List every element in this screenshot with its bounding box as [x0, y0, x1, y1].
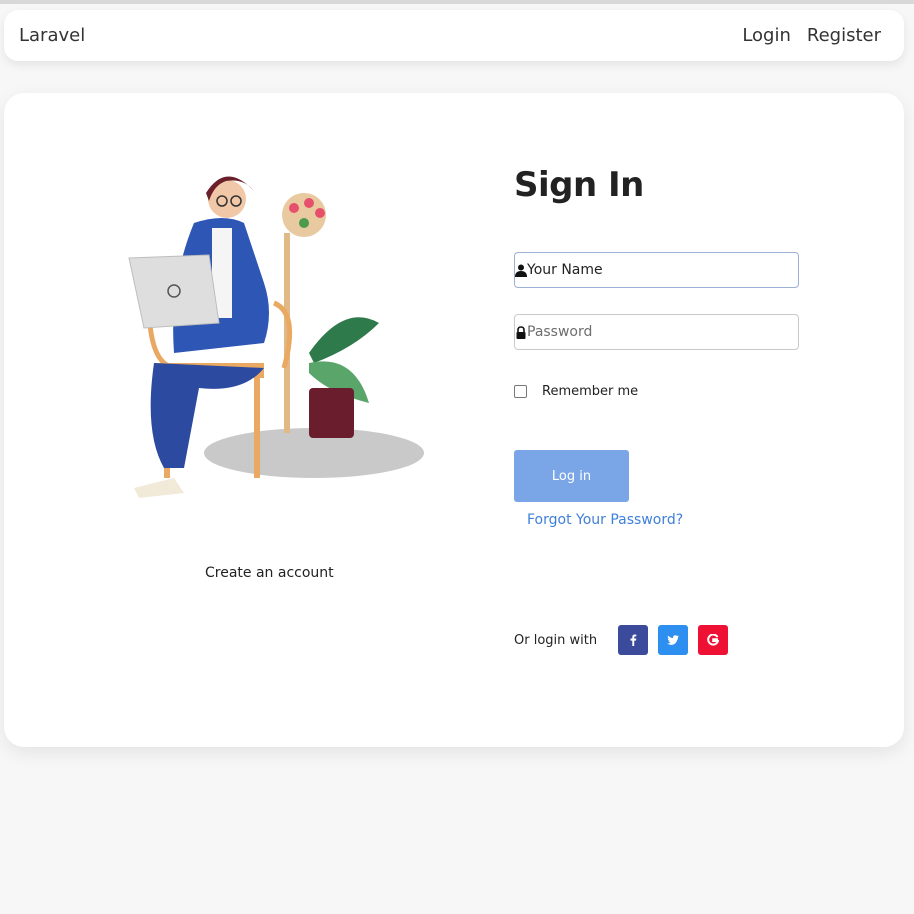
- signin-card: Create an account Sign In Remember me Lo…: [4, 93, 904, 747]
- top-border-line: [0, 0, 914, 4]
- name-input[interactable]: [527, 253, 795, 287]
- twitter-button[interactable]: [658, 625, 689, 655]
- brand-link[interactable]: Laravel: [19, 25, 85, 46]
- google-button[interactable]: [698, 625, 729, 655]
- navbar: Laravel Login Register: [4, 10, 904, 61]
- user-icon: [515, 264, 527, 277]
- name-field[interactable]: [514, 252, 799, 288]
- remember-label: Remember me: [542, 384, 639, 399]
- lock-icon: [516, 326, 526, 339]
- login-button[interactable]: Log in: [514, 450, 629, 502]
- create-account-link[interactable]: Create an account: [205, 565, 334, 581]
- twitter-icon: [667, 635, 680, 645]
- nav-register-link[interactable]: Register: [807, 25, 881, 46]
- password-field[interactable]: [514, 314, 799, 350]
- facebook-icon: [630, 634, 637, 646]
- social-login: Or login with: [514, 625, 738, 655]
- forgot-password-link[interactable]: Forgot Your Password?: [527, 512, 683, 528]
- password-input[interactable]: [527, 315, 795, 349]
- person-with-laptop-illustration: [128, 176, 424, 498]
- nav-login-link[interactable]: Login: [742, 25, 791, 46]
- social-label: Or login with: [514, 632, 598, 648]
- facebook-button[interactable]: [618, 625, 649, 655]
- page-title: Sign In: [514, 165, 644, 205]
- nav-links: Login Register: [742, 25, 881, 46]
- remember-checkbox[interactable]: [514, 385, 527, 398]
- remember-me: Remember me: [514, 384, 638, 399]
- google-icon: [707, 634, 720, 646]
